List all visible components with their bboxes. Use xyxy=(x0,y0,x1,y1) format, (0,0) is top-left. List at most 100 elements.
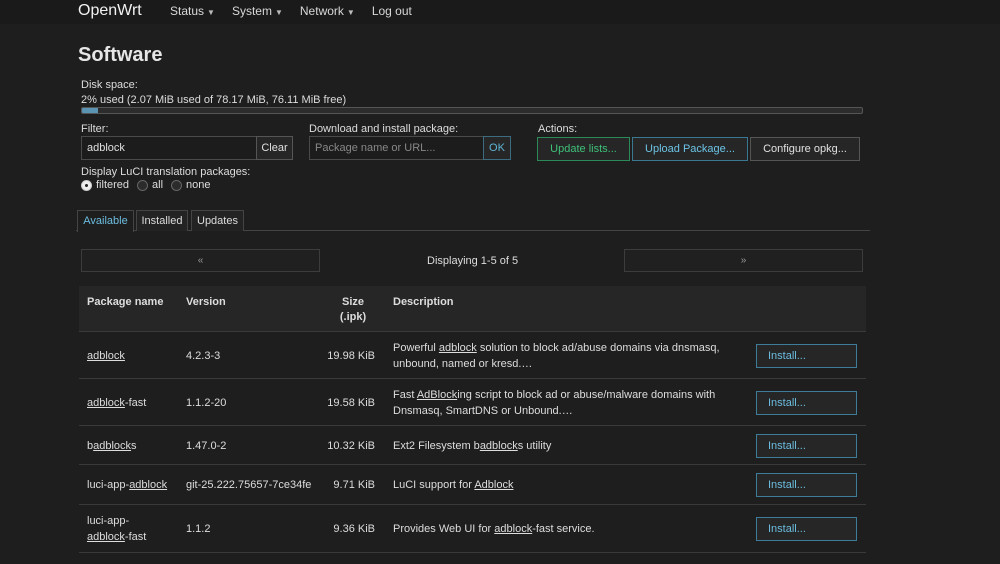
pager-next-button[interactable]: » xyxy=(624,249,863,272)
description-cell: Powerful adblock solution to block ad/ab… xyxy=(393,340,720,372)
text-segment: Fast xyxy=(393,388,417,401)
menu-system-label: System xyxy=(231,4,272,18)
text-segment: Powerful xyxy=(393,341,439,354)
pager-prev-button[interactable]: « xyxy=(81,249,320,272)
radio-none-label: none xyxy=(186,179,211,191)
text-segment: -fast service. xyxy=(532,523,595,535)
chevron-down-icon: ▼ xyxy=(346,8,355,17)
menu-logout-label: Log out xyxy=(371,4,412,18)
menu-network[interactable]: Network ▼ xyxy=(300,4,355,18)
text-segment: -fast xyxy=(124,531,147,543)
description-line: Provides Web UI for adblock-fast service… xyxy=(393,521,595,537)
package-name-cell: adblock-fast xyxy=(87,395,146,411)
description-line: Ext2 Filesystem badblocks utility xyxy=(393,438,551,454)
package-name-link[interactable]: adblock xyxy=(87,350,125,362)
package-name-cell: luci-app-adblock xyxy=(87,477,167,493)
header-description: Description xyxy=(393,296,454,308)
header-version: Version xyxy=(186,296,226,308)
table-row: luci-app-adblock git-25.222.75657-7ce34fe… xyxy=(79,465,866,505)
tab-installed[interactable]: Installed xyxy=(136,210,188,231)
text-segment: luci-app- xyxy=(87,479,130,491)
menu-network-label: Network xyxy=(299,4,344,18)
package-name-link[interactable]: adblock xyxy=(439,342,477,354)
radio-all[interactable]: all xyxy=(137,179,163,191)
package-name-link[interactable]: adblock xyxy=(93,440,131,452)
actions-label: Actions: xyxy=(538,123,578,135)
text-segment: solution to block ad/abuse domains via d… xyxy=(476,341,720,354)
menu-system[interactable]: System ▼ xyxy=(232,4,283,18)
translation-radio-group: filtered all none xyxy=(81,179,219,191)
disk-space-text: 2% used (2.07 MiB used of 78.17 MiB, 76.… xyxy=(81,94,347,106)
radio-filtered[interactable]: filtered xyxy=(81,179,129,191)
radio-all-label: all xyxy=(152,179,164,191)
package-name-cell: adblock xyxy=(87,348,125,364)
chevron-down-icon: ▼ xyxy=(207,8,215,17)
package-name-link[interactable]: adblock xyxy=(129,479,167,491)
filter-input[interactable]: adblock xyxy=(81,136,257,160)
translation-label: Display LuCI translation packages: xyxy=(81,166,251,178)
text-segment: -fast xyxy=(124,396,147,409)
text-segment: s xyxy=(131,439,137,452)
text-segment: luci-app- xyxy=(87,515,130,527)
package-name-link[interactable]: AdBlock xyxy=(417,389,457,401)
description-line: Dnsmasq, SmartDNS or Unbound.… xyxy=(393,403,715,419)
install-button[interactable]: Install... xyxy=(756,390,857,415)
package-name-link[interactable]: adblock xyxy=(480,440,518,452)
main-menu: Status ▼ System ▼ Network ▼ Log out xyxy=(170,4,429,18)
tab-updates[interactable]: Updates xyxy=(191,210,244,231)
size-cell: 9.71 KiB xyxy=(333,479,375,491)
package-tabs: Available Installed Updates xyxy=(76,210,870,232)
header-size: Size xyxy=(341,296,364,308)
package-name-link[interactable]: adblock xyxy=(87,397,125,409)
update-lists-button[interactable]: Update lists... xyxy=(537,137,630,161)
tab-available[interactable]: Available xyxy=(77,210,134,232)
upload-package-button[interactable]: Upload Package... xyxy=(632,137,748,161)
size-cell: 19.58 KiB xyxy=(327,396,375,409)
package-name-link[interactable]: adblock xyxy=(494,523,532,535)
brand-logo[interactable]: OpenWrt xyxy=(78,2,142,20)
top-navbar: OpenWrt Status ▼ System ▼ Network ▼ Log out xyxy=(0,0,1000,24)
package-name-link[interactable]: adblock xyxy=(87,531,125,543)
text-segment: s utility xyxy=(517,439,552,452)
size-cell: 10.32 KiB xyxy=(327,439,375,452)
install-button[interactable]: Install... xyxy=(756,473,857,497)
menu-status-label: Status xyxy=(170,4,205,18)
version-cell: 1.47.0-2 xyxy=(186,439,227,452)
package-name-line: adblock-fast xyxy=(87,395,146,411)
header-size-unit: (.ipk) xyxy=(339,311,367,323)
install-button[interactable]: Install... xyxy=(756,517,857,541)
package-name-cell: badblocks xyxy=(87,438,137,454)
package-url-input[interactable]: Package name or URL... xyxy=(309,136,484,160)
menu-logout[interactable]: Log out xyxy=(372,4,412,18)
table-body: adblock 4.2.3-3 19.98 KiB Powerful adblock … xyxy=(79,332,866,553)
description-line: LuCI support for Adblock xyxy=(393,477,513,493)
text-segment: Dnsmasq, SmartDNS or Unbound.… xyxy=(393,404,573,417)
description-line: Powerful adblock solution to block ad/ab… xyxy=(393,340,720,356)
packages-table: Package name Version Size (.ipk) Descrip… xyxy=(79,286,866,553)
table-row: badblocks 1.47.0-2 10.32 KiB Ext2 Filesyste… xyxy=(79,426,866,465)
size-cell: 19.98 KiB xyxy=(327,349,375,362)
page-title: Software xyxy=(78,44,163,66)
radio-none[interactable]: none xyxy=(171,179,211,191)
description-cell: Ext2 Filesystem badblocks utility xyxy=(393,438,551,454)
install-button[interactable]: Install... xyxy=(756,433,857,458)
package-name-cell: luci-app-adblock-fast xyxy=(87,513,146,545)
radio-filtered-label: filtered xyxy=(96,179,130,191)
radio-filtered-circle[interactable] xyxy=(81,179,92,191)
package-name-line: luci-app-adblock xyxy=(87,477,167,493)
description-line: Fast AdBlocking script to block ad or ab… xyxy=(393,387,715,403)
package-name-link[interactable]: Adblock xyxy=(474,479,513,491)
menu-status[interactable]: Status ▼ xyxy=(170,4,215,18)
install-button[interactable]: Install... xyxy=(756,343,857,368)
filter-label: Filter: xyxy=(81,123,109,135)
clear-button[interactable]: Clear xyxy=(256,136,293,160)
radio-all-circle[interactable] xyxy=(137,179,149,191)
text-segment: ing script to block ad or abuse/malware … xyxy=(457,388,716,401)
radio-none-circle[interactable] xyxy=(171,179,183,191)
table-header: Package name Version Size (.ipk) Descrip… xyxy=(79,286,866,332)
ok-button[interactable]: OK xyxy=(483,136,511,160)
package-name-line: luci-app- xyxy=(87,513,146,529)
package-name-line: adblock xyxy=(87,348,125,364)
package-name-line: badblocks xyxy=(87,438,137,454)
configure-opkg-button[interactable]: Configure opkg... xyxy=(750,137,860,161)
